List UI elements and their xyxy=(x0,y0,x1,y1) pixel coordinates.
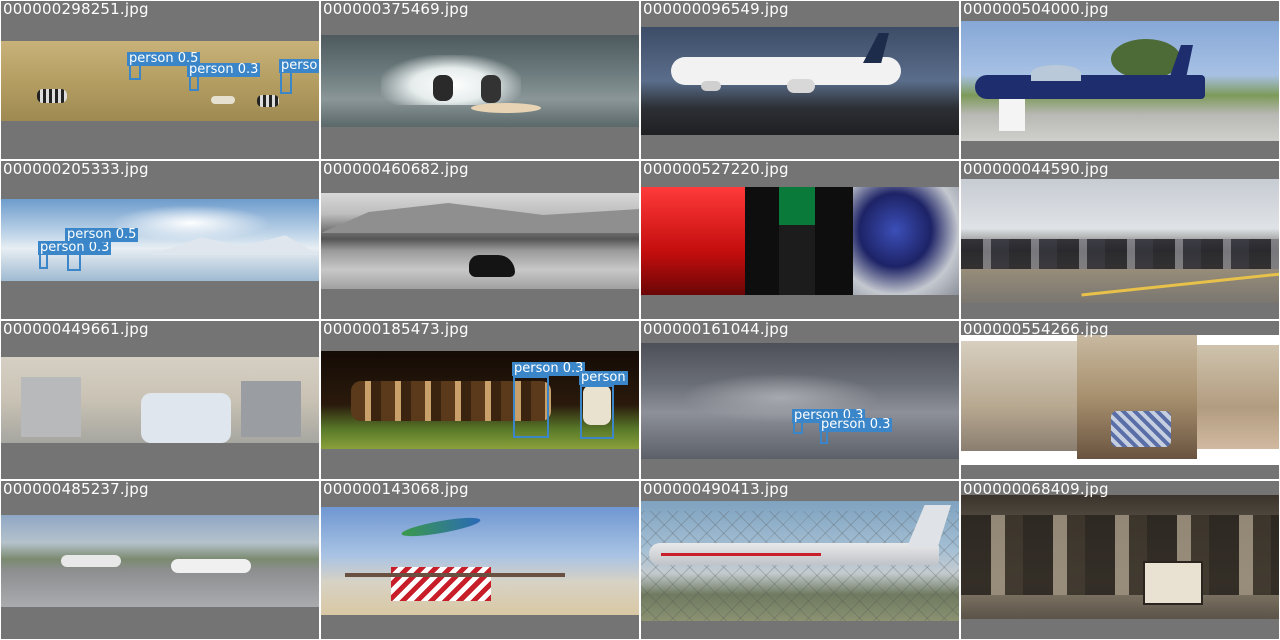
image-tile[interactable]: 000000205333.jpg person 0.3 person 0.5 xyxy=(1,161,319,319)
image-tile[interactable]: 000000143068.jpg xyxy=(321,481,639,639)
tile-filename: 000000485237.jpg xyxy=(3,481,149,498)
tile-image xyxy=(321,35,639,127)
tile-filename: 000000554266.jpg xyxy=(963,321,1109,338)
detection-box xyxy=(513,376,549,438)
tile-filename: 000000460682.jpg xyxy=(323,161,469,178)
tree-shape xyxy=(1111,39,1181,79)
red-car-shape xyxy=(641,187,745,295)
motorcycle-row-shape xyxy=(961,239,1279,269)
tile-image xyxy=(321,193,639,289)
tile-image xyxy=(1,357,319,443)
image-tile[interactable]: 000000485237.jpg xyxy=(1,481,319,639)
plane-engine-shape xyxy=(787,79,815,93)
boys-group-shape xyxy=(961,515,1279,595)
bed-shape xyxy=(141,393,231,443)
chalkboard-sign-shape xyxy=(1143,561,1203,605)
zebra-shape xyxy=(257,95,279,107)
image-tile[interactable]: 000000096549.jpg xyxy=(641,1,959,159)
detection-label: person 0.3 xyxy=(819,417,893,432)
tile-image xyxy=(961,495,1279,619)
plane-shape xyxy=(171,559,251,573)
plane-shape xyxy=(61,555,121,567)
detection-label: person xyxy=(579,370,628,385)
tile-filename: 000000449661.jpg xyxy=(3,321,149,338)
image-tile[interactable]: 000000527220.jpg xyxy=(641,161,959,319)
tile-image xyxy=(641,187,959,295)
surfer-shape xyxy=(481,75,501,103)
animal-shape xyxy=(211,96,235,104)
room-right-shape xyxy=(1197,345,1279,449)
plane-engine-shape xyxy=(701,81,721,91)
tile-filename: 000000527220.jpg xyxy=(643,161,789,178)
image-tile[interactable]: 000000449661.jpg xyxy=(1,321,319,479)
tile-filename: 000000298251.jpg xyxy=(3,1,149,18)
image-tile[interactable]: 000000504000.jpg xyxy=(961,1,1279,159)
room-left-shape xyxy=(961,341,1077,451)
detection-label: person 0.3 xyxy=(512,361,586,376)
image-tile[interactable]: 000000460682.jpg xyxy=(321,161,639,319)
detection-box xyxy=(189,75,199,91)
sign-shape xyxy=(999,99,1025,131)
tile-filename: 000000044590.jpg xyxy=(963,161,1109,178)
jet-canopy-shape xyxy=(1031,65,1081,81)
detection-box xyxy=(820,430,828,444)
tile-filename: 000000504000.jpg xyxy=(963,1,1109,18)
tile-image xyxy=(961,335,1279,465)
image-tile[interactable]: 000000161044.jpg person 0.3 person 0.3 xyxy=(641,321,959,479)
hill-shape xyxy=(321,203,639,233)
detection-label: person 0.3 xyxy=(187,62,261,77)
detection-box xyxy=(580,385,614,439)
fence-shape xyxy=(641,511,959,621)
tile-image xyxy=(961,21,1279,141)
surfboard-shape xyxy=(471,103,541,113)
image-grid: 000000298251.jpg person 0.5 person 0.3 p… xyxy=(0,0,1280,640)
image-tile[interactable]: 000000068409.jpg xyxy=(961,481,1279,639)
dog-shape xyxy=(469,255,515,277)
image-tile[interactable]: 000000298251.jpg person 0.5 person 0.3 p… xyxy=(1,1,319,159)
image-tile[interactable]: 000000185473.jpg person 0.3 person xyxy=(321,321,639,479)
tile-image xyxy=(641,343,959,459)
tile-filename: 000000068409.jpg xyxy=(963,481,1109,498)
tile-image xyxy=(641,27,959,135)
road-line-shape xyxy=(1081,272,1279,297)
detection-box xyxy=(280,70,292,94)
image-tile[interactable]: 000000044590.jpg xyxy=(961,161,1279,319)
detection-box xyxy=(129,64,141,80)
detection-label: person 0.5 xyxy=(65,227,139,242)
equipment-shape xyxy=(21,377,81,437)
tile-filename: 000000205333.jpg xyxy=(3,161,149,178)
bed-blanket-shape xyxy=(1111,411,1171,447)
zebra-shape xyxy=(37,89,67,103)
kite-shape xyxy=(400,514,482,540)
image-tile[interactable]: 000000375469.jpg xyxy=(321,1,639,159)
tile-filename: 000000143068.jpg xyxy=(323,481,469,498)
image-tile[interactable]: 000000554266.jpg xyxy=(961,321,1279,479)
scooter-shape xyxy=(853,187,959,295)
plane-stripe-shape xyxy=(661,553,821,556)
gas-sign-shape xyxy=(779,187,815,295)
tile-filename: 000000185473.jpg xyxy=(323,321,469,338)
detection-box xyxy=(39,253,48,269)
tile-filename: 000000096549.jpg xyxy=(643,1,789,18)
detection-label: perso xyxy=(279,58,319,73)
tile-filename: 000000161044.jpg xyxy=(643,321,789,338)
tile-filename: 000000490413.jpg xyxy=(643,481,789,498)
image-tile[interactable]: 000000490413.jpg xyxy=(641,481,959,639)
tile-image xyxy=(961,179,1279,303)
tile-image xyxy=(1,515,319,607)
detection-label: person 0.3 xyxy=(38,240,112,255)
tile-image xyxy=(641,501,959,621)
surfer-shape xyxy=(433,75,453,101)
tile-image xyxy=(321,507,639,615)
pier-shape xyxy=(345,573,565,577)
equipment-shape xyxy=(241,381,301,437)
tile-filename: 000000375469.jpg xyxy=(323,1,469,18)
